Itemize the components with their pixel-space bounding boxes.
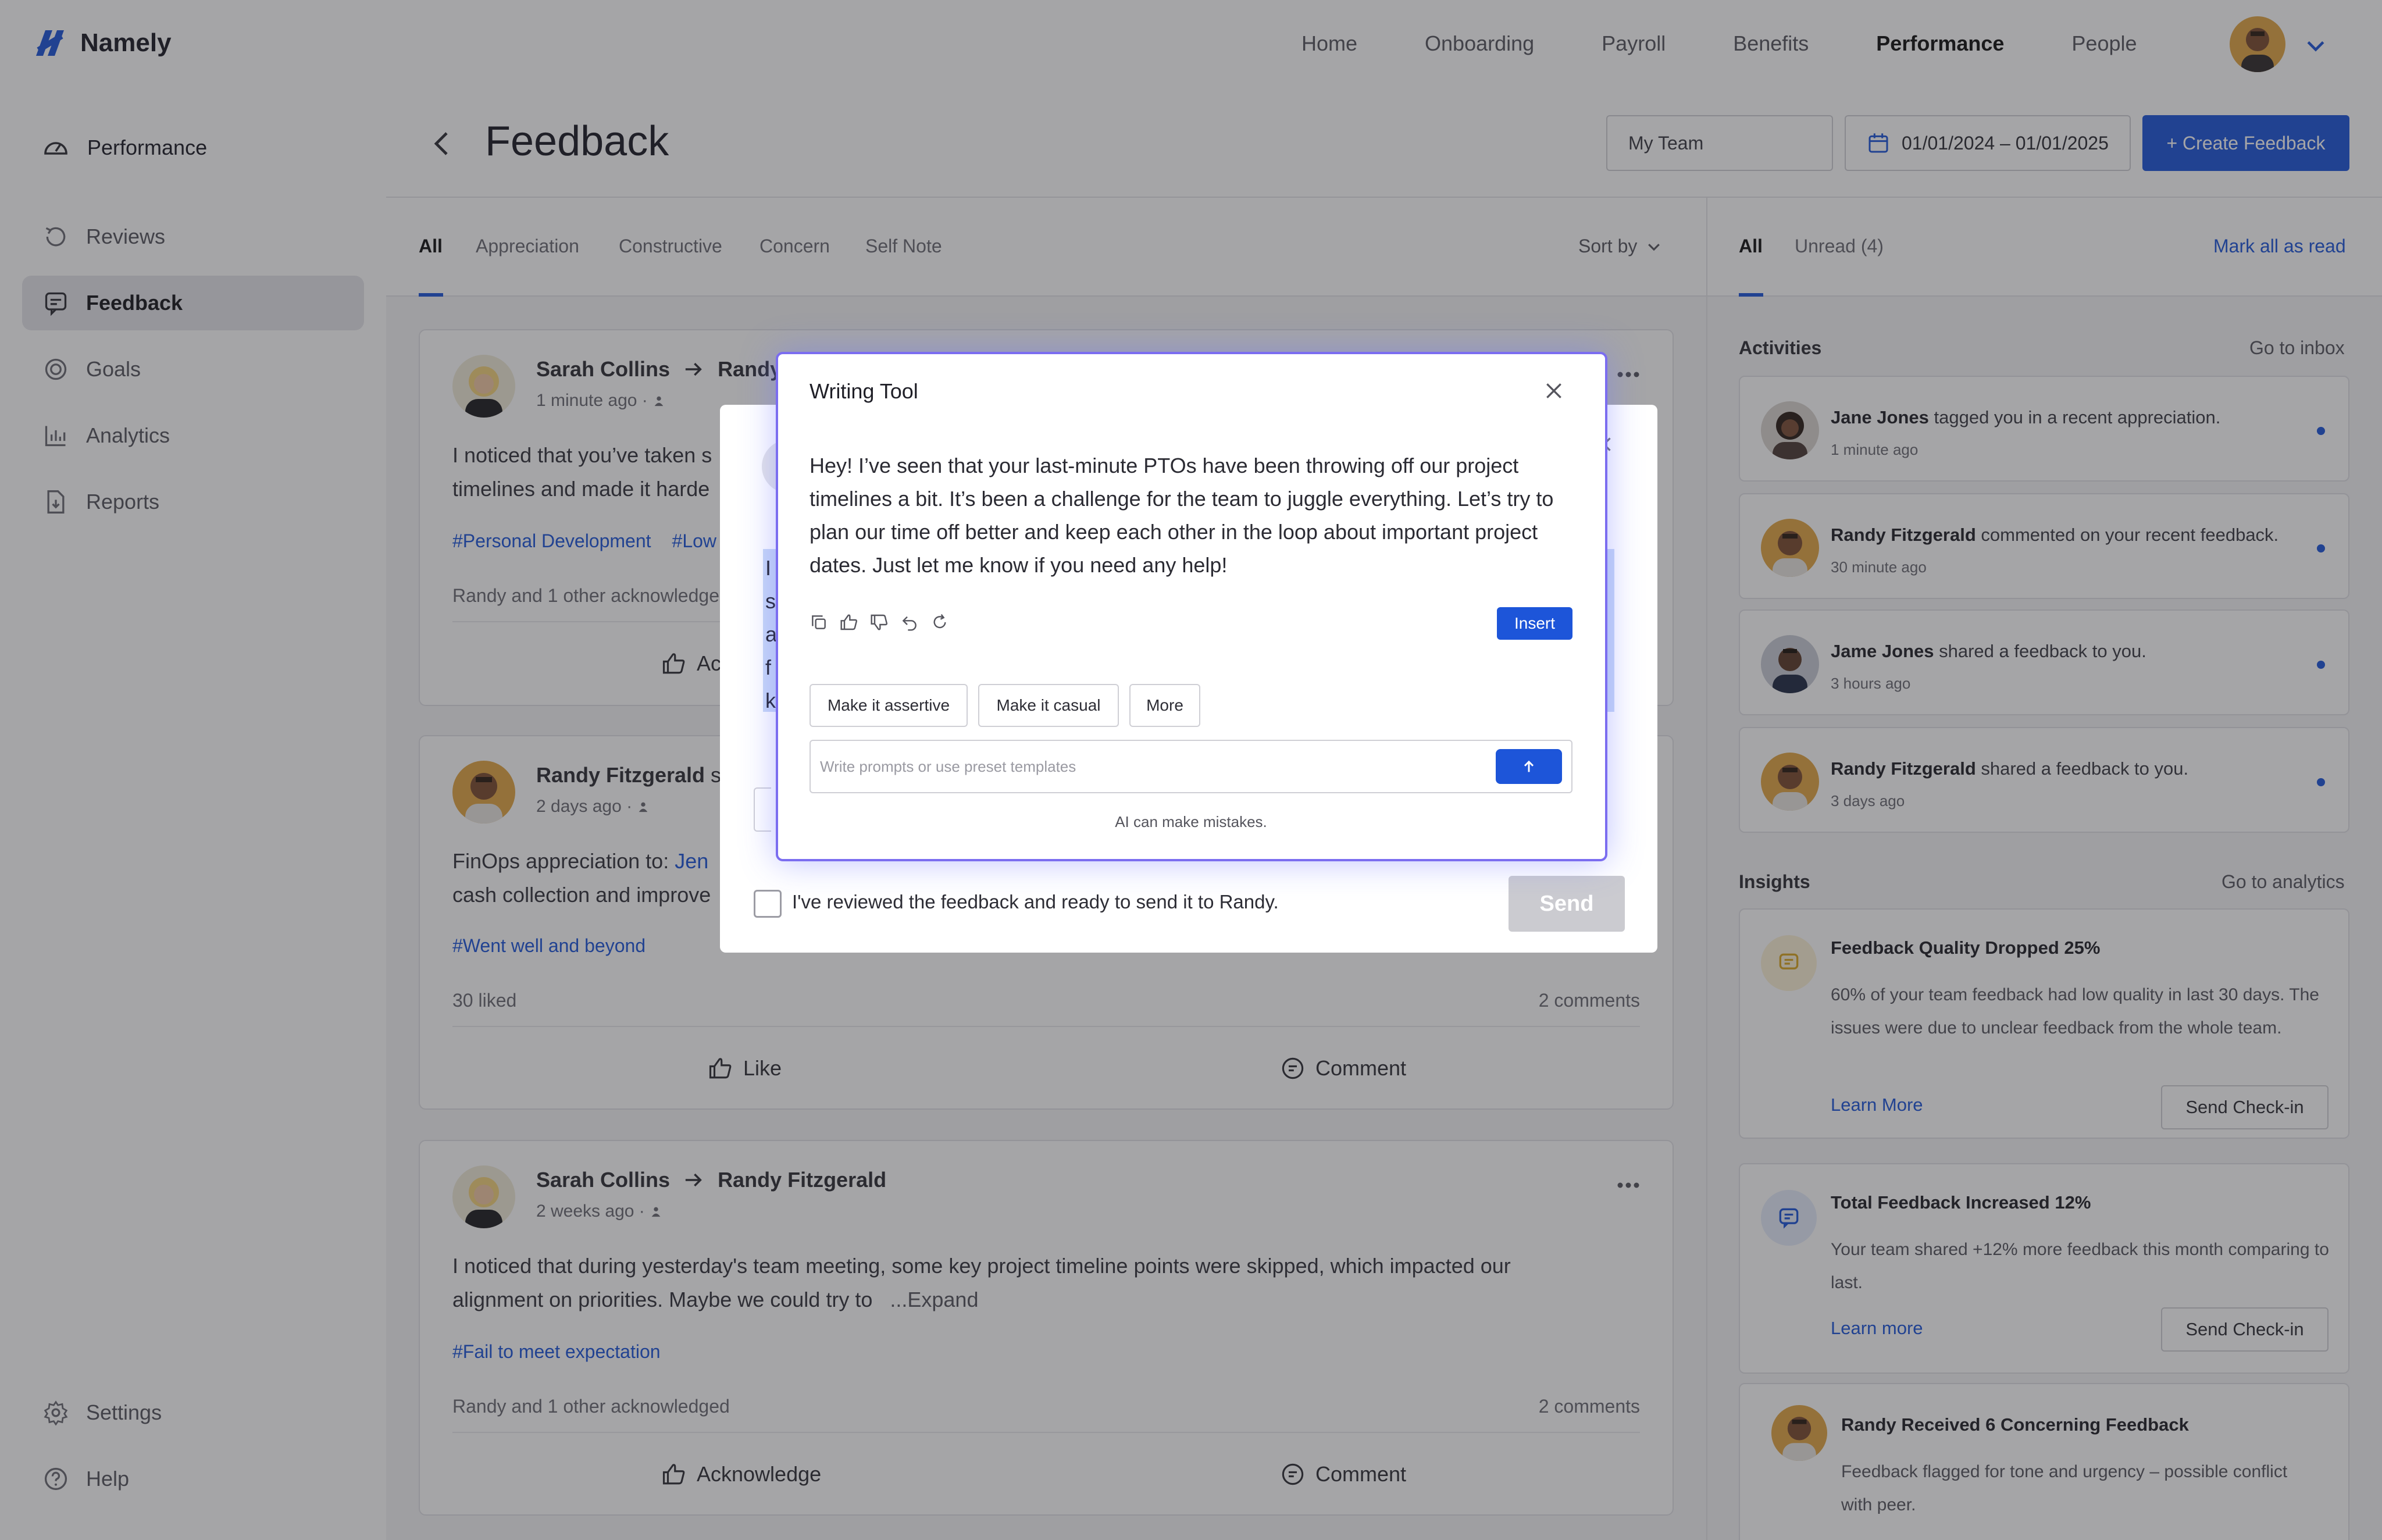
thumbs-down-icon[interactable] <box>870 613 889 632</box>
writing-tool-title: Writing Tool <box>810 379 918 403</box>
arrow-up-icon <box>1521 758 1537 775</box>
regenerate-icon[interactable] <box>930 613 949 632</box>
send-button[interactable]: Send <box>1509 876 1625 932</box>
prompt-field <box>810 740 1572 793</box>
undo-icon[interactable] <box>900 613 919 632</box>
more-options-chip[interactable]: More <box>1129 684 1200 727</box>
response-actions <box>810 613 949 632</box>
make-assertive-chip[interactable]: Make it assertive <box>810 684 968 727</box>
insert-button[interactable]: Insert <box>1497 607 1572 640</box>
generated-text: Hey! I’ve seen that your last-minute PTO… <box>810 454 1554 577</box>
reviewed-checkbox[interactable] <box>754 890 782 918</box>
close-icon[interactable] <box>1542 379 1566 402</box>
make-casual-chip[interactable]: Make it casual <box>978 684 1119 727</box>
submit-prompt-button[interactable] <box>1496 749 1562 784</box>
reviewed-checkbox-label: I've reviewed the feedback and ready to … <box>792 891 1279 912</box>
thumbs-up-icon[interactable] <box>840 613 858 632</box>
prompt-input[interactable] <box>820 750 1460 783</box>
copy-icon[interactable] <box>810 613 828 632</box>
feedback-editor-toolbar[interactable] <box>754 787 771 832</box>
ai-disclaimer: AI can make mistakes. <box>1115 813 1267 830</box>
